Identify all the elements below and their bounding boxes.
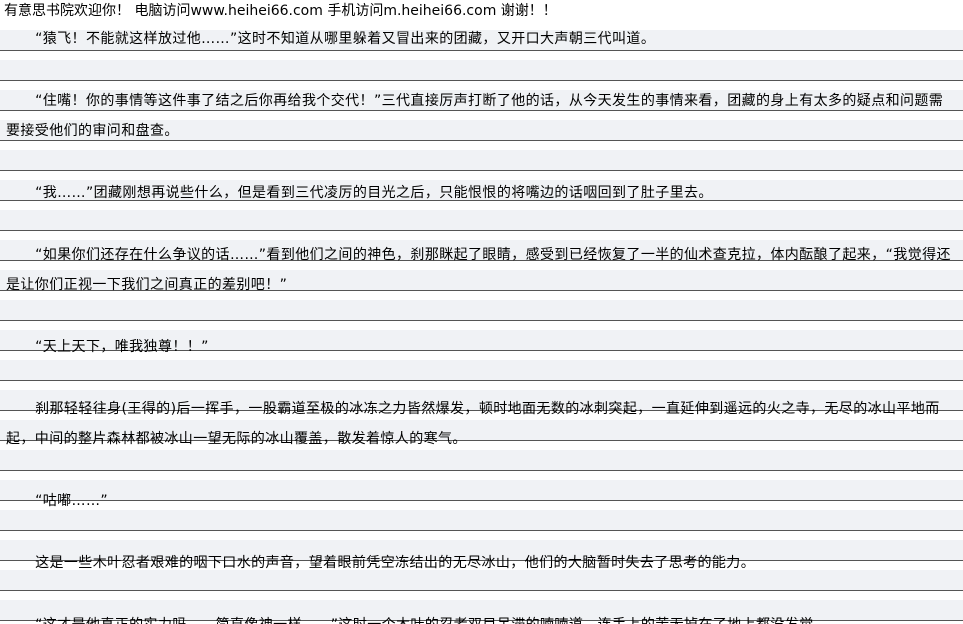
- paragraph: “天上天下，唯我独尊！！”: [6, 339, 209, 355]
- paragraph: “我……”团藏刚想再说些什么，但是看到三代凌厉的目光之后，只能恨恨的将嘴边的话咽…: [6, 185, 713, 201]
- paragraph: 刹那轻轻往身(王得的)后一挥手，一股霸道至极的冰冻之力皆然爆发，顿时地面无数的冰…: [6, 401, 940, 447]
- paragraph: “猿飞！不能就这样放过他……”这时不知道从哪里躲着又冒出来的团藏，又开口大声朝三…: [6, 31, 656, 47]
- paragraph: “如果你们还存在什么争议的话……”看到他们之间的神色，刹那眯起了眼睛，感受到已经…: [6, 247, 951, 293]
- paragraph: “咕嘟……”: [6, 493, 109, 509]
- paragraph: “这才是他真正的实力吗……简直像神一样……”这时一个木叶的忍者双目呆滞的喃喃道，…: [0, 608, 963, 624]
- chapter-text: “猿飞！不能就这样放过他……”这时不知道从哪里躲着又冒出来的团藏，又开口大声朝三…: [0, 22, 963, 624]
- paragraph: “住嘴！你的事情等这件事了结之后你再给我个交代！”三代直接厉声打断了他的话，从今…: [6, 93, 944, 139]
- site-welcome-banner: 有意思书院欢迎你！ 电脑访问www.heihei66.com 手机访问m.hei…: [0, 0, 963, 22]
- paragraph: 这是一些木叶忍者艰难的咽下口水的声音，望着眼前凭空冻结出的无尽冰山，他们的大脑暂…: [6, 555, 756, 571]
